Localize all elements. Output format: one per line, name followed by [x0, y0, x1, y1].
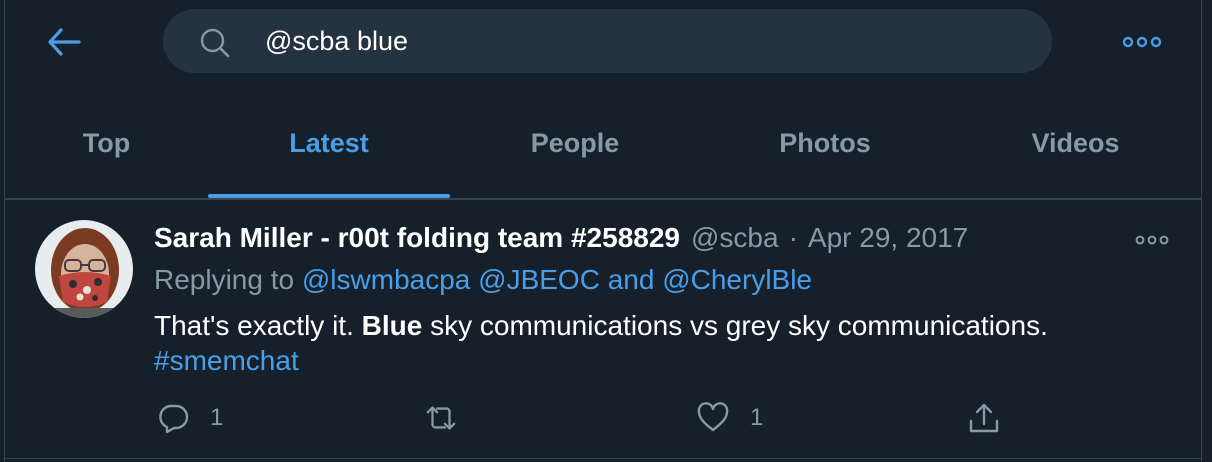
tab-label: Top: [82, 128, 131, 158]
more-options-button[interactable]: [1118, 22, 1166, 62]
tweet-date[interactable]: Apr 29, 2017: [808, 222, 968, 254]
separator-dot: ·: [788, 222, 798, 253]
search-input[interactable]: [265, 9, 1005, 73]
retweet-icon: [426, 406, 456, 430]
tab-videos[interactable]: Videos: [950, 104, 1201, 198]
mention-link[interactable]: @CherylBle: [662, 264, 812, 295]
tab-photos[interactable]: Photos: [700, 104, 950, 198]
tab-label: People: [530, 128, 620, 158]
more-horizontal-icon: [1135, 235, 1169, 245]
heart-icon: [697, 402, 729, 432]
user-handle[interactable]: @scba: [691, 222, 779, 254]
tab-people[interactable]: People: [450, 104, 700, 198]
divider: [5, 458, 1201, 459]
tab-label: Photos: [779, 128, 871, 158]
tab-label: Latest: [289, 128, 369, 158]
tweet-text-highlight: Blue: [361, 310, 423, 341]
search-box[interactable]: [163, 9, 1052, 73]
arrow-left-icon: [48, 28, 81, 56]
search-icon: [200, 28, 230, 58]
tweet-text-end: sky communications vs grey sky communica…: [430, 310, 1048, 341]
mention-link[interactable]: @JBEOC: [478, 264, 600, 295]
reply-button[interactable]: 1: [156, 400, 223, 436]
replying-prefix: Replying to: [154, 264, 295, 295]
like-button[interactable]: 1: [696, 400, 763, 436]
reply-icon: [159, 404, 189, 434]
avatar-image: [35, 220, 133, 318]
hashtag-link[interactable]: #smemchat: [154, 345, 299, 376]
tab-top[interactable]: Top: [5, 104, 208, 198]
tab-label: Videos: [1031, 128, 1120, 158]
divider: [5, 198, 1201, 200]
reply-count: 1: [210, 404, 224, 431]
tweet-text-start: That's exactly it.: [154, 310, 354, 341]
share-icon: [969, 403, 999, 433]
share-button[interactable]: [967, 400, 1001, 436]
display-name[interactable]: Sarah Miller - r00t folding team #258829: [154, 222, 680, 254]
mention-link[interactable]: @lswmbacpa: [302, 264, 470, 295]
avatar[interactable]: [35, 220, 133, 318]
back-button[interactable]: [44, 22, 84, 62]
mention-and[interactable]: and: [608, 264, 655, 295]
retweet-button[interactable]: [424, 400, 478, 436]
more-horizontal-icon: [1122, 36, 1162, 48]
tweet-text: That's exactly it. Blue sky communicatio…: [154, 308, 1164, 378]
search-tabs: Top Latest People Photos Videos: [5, 104, 1201, 198]
replying-to-line: Replying to @lswmbacpa @JBEOC and @Chery…: [154, 264, 812, 296]
tab-latest[interactable]: Latest: [208, 104, 450, 198]
tweet-more-button[interactable]: [1132, 226, 1172, 254]
like-count: 1: [750, 404, 764, 431]
tweet-header: Sarah Miller - r00t folding team #258829…: [154, 222, 968, 258]
